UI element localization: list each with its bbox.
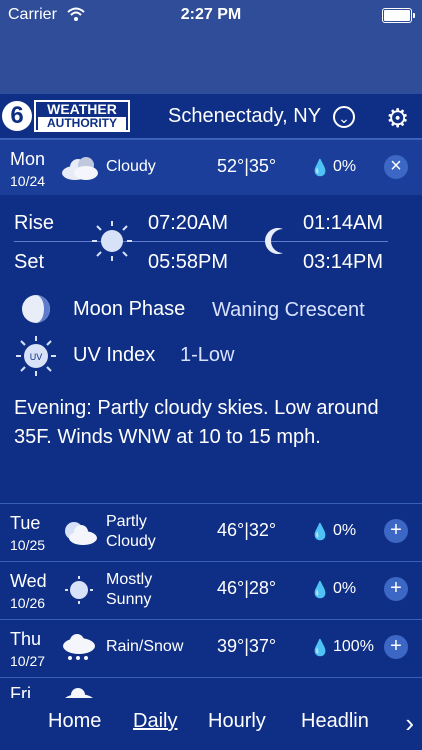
raindrop-icon: 💧 xyxy=(310,160,330,177)
expand-button[interactable]: + xyxy=(384,519,408,543)
cloud-icon xyxy=(62,157,98,180)
collapse-button[interactable]: × xyxy=(384,155,408,179)
forecast-row-tue[interactable]: Tue 10/25 Partly Cloudy 46°|32° 💧 0% + xyxy=(0,503,422,559)
moon-icon xyxy=(265,228,283,254)
logo-number: 6 xyxy=(2,101,32,131)
condition-text: Rain/Snow xyxy=(106,638,184,655)
raindrop-icon: 💧 xyxy=(310,640,330,657)
uv-badge-text: UV xyxy=(30,352,43,362)
sun-icon xyxy=(92,221,132,261)
cloud-icon xyxy=(65,688,93,698)
day-name: Thu xyxy=(10,629,42,649)
moonset-time: 03:14PM xyxy=(303,251,384,273)
set-label: Set xyxy=(14,251,45,273)
condition-text: Cloudy xyxy=(106,158,156,175)
precip-chance: 100% xyxy=(333,638,374,655)
forecast-description: Evening: Partly cloudy skies. Low around… xyxy=(14,397,379,448)
logo-line1: WEATHER xyxy=(47,101,117,117)
condition-text: Mostly Sunny xyxy=(106,571,153,608)
temperature-range: 39°|37° xyxy=(217,636,277,656)
temperature-range: 46°|28° xyxy=(217,578,277,598)
chevron-down-icon[interactable]: ⌄ xyxy=(333,106,355,128)
temperature-range: 52°|35° xyxy=(217,156,277,176)
uv-icon: UV xyxy=(16,336,56,376)
uv-index-label: UV Index xyxy=(73,344,156,366)
today-row[interactable]: Mon 10/24 Cloudy 52°|35° 💧 0% × xyxy=(0,139,422,195)
station-logo: 6 WEATHER AUTHORITY xyxy=(2,100,130,132)
precip-chance: 0% xyxy=(333,522,357,539)
forecast-row-thu[interactable]: Thu 10/27 Rain/Snow 39°|37° 💧 100% + xyxy=(0,619,422,675)
app-header: 6 WEATHER AUTHORITY Schenectady, NY xyxy=(0,94,422,140)
status-time: 2:27 PM xyxy=(180,6,242,23)
day-date: 10/25 xyxy=(10,537,46,553)
day-name: Mon xyxy=(10,149,46,169)
moon-phase-icon xyxy=(22,295,50,323)
bottom-navigation: Home Daily Hourly Headlin › xyxy=(0,698,422,750)
raindrop-icon: 💧 xyxy=(310,524,330,541)
moon-phase-label: Moon Phase xyxy=(73,298,186,320)
battery-icon xyxy=(382,8,415,23)
nav-next-arrow[interactable]: › xyxy=(405,708,414,739)
ad-banner-area xyxy=(0,30,422,94)
precip-chance: 0% xyxy=(333,580,357,597)
logo-line2: AUTHORITY xyxy=(38,117,126,130)
status-bar: Carrier 2:27 PM xyxy=(0,0,422,30)
raindrop-icon: 💧 xyxy=(310,582,330,599)
sunrise-time: 07:20AM xyxy=(148,212,229,234)
temperature-range: 46°|32° xyxy=(217,520,277,540)
forecast-row-fri[interactable]: Fri xyxy=(0,677,422,698)
uv-index-value: 1-Low xyxy=(180,344,235,366)
moonrise-time: 01:14AM xyxy=(303,212,384,234)
location-selector[interactable]: Schenectady, NY xyxy=(168,105,321,128)
forecast-row-wed[interactable]: Wed 10/26 Mostly Sunny 46°|28° 💧 0% + xyxy=(0,561,422,617)
nav-hourly[interactable]: Hourly xyxy=(208,710,266,733)
day-name: Wed xyxy=(10,571,47,591)
nav-home[interactable]: Home xyxy=(48,710,101,733)
day-name: Fri xyxy=(10,684,31,698)
expand-button[interactable]: + xyxy=(384,635,408,659)
partly-cloudy-icon xyxy=(65,522,97,545)
moon-phase-value: Waning Crescent xyxy=(212,299,365,321)
day-date: 10/24 xyxy=(10,173,46,189)
rise-label: Rise xyxy=(14,212,55,234)
day-date: 10/26 xyxy=(10,595,46,611)
day-name: Tue xyxy=(10,513,41,533)
horizon-line xyxy=(14,241,388,242)
sunset-time: 05:58PM xyxy=(148,251,229,273)
precip-chance: 0% xyxy=(333,158,357,175)
gear-icon[interactable]: ⚙ xyxy=(386,103,409,134)
day-date: 10/27 xyxy=(10,653,46,669)
nav-headlines[interactable]: Headlin xyxy=(301,710,369,733)
expand-button[interactable]: + xyxy=(384,577,408,601)
rain-snow-icon xyxy=(63,634,95,660)
logo-box: WEATHER AUTHORITY xyxy=(34,100,130,132)
condition-text: Partly Cloudy xyxy=(106,513,156,550)
sun-icon xyxy=(65,576,93,604)
nav-daily[interactable]: Daily xyxy=(133,710,177,733)
